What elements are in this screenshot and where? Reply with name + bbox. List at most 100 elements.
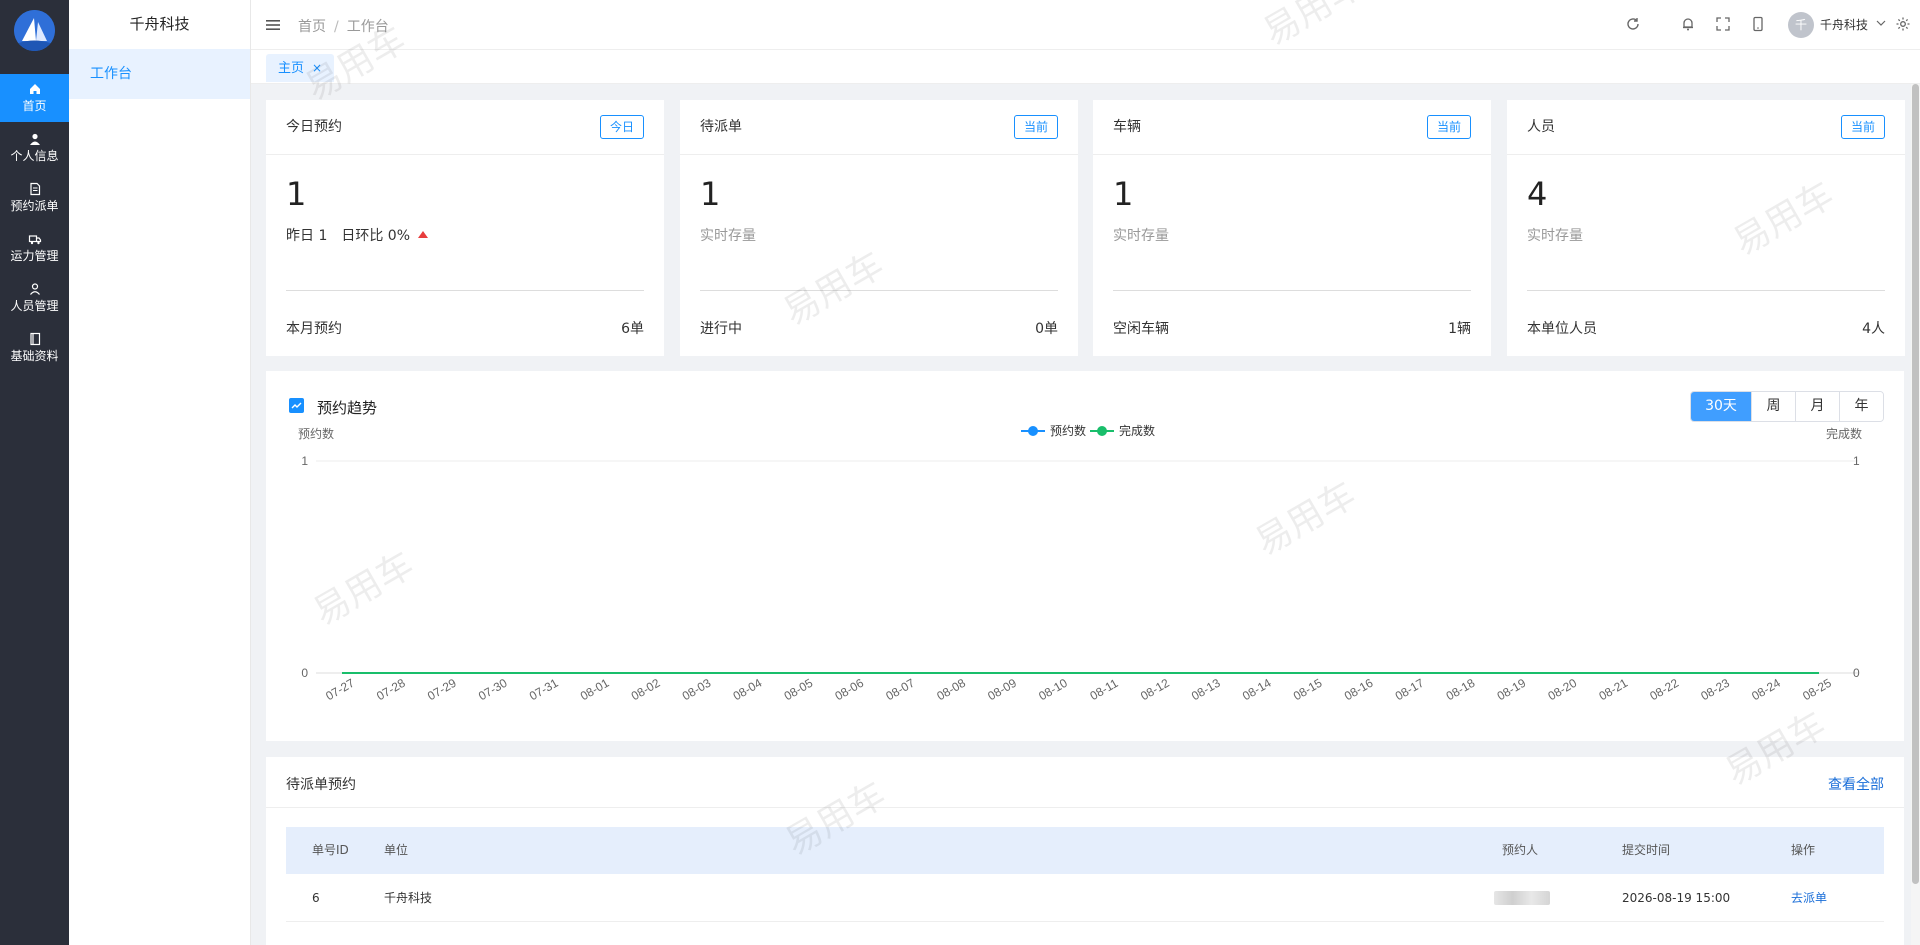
card-value: 1 <box>700 175 721 213</box>
column-header-action[interactable]: 操作 <box>1791 827 1815 874</box>
truck-icon <box>28 232 42 246</box>
x-tick-label: 07-27 <box>323 676 357 704</box>
card-badge-button[interactable]: 当前 <box>1840 115 1885 139</box>
card-value: 1 <box>286 175 307 213</box>
trend-line-chart: 预约数 完成数 1 0 1 0 07-27 07-28 07-29 07-30 07-31 08-01… <box>298 423 1862 704</box>
fullscreen-icon[interactable] <box>1715 16 1731 32</box>
yesterday-count: 昨日 1 <box>286 228 328 244</box>
x-tick-label: 08-09 <box>985 676 1019 704</box>
rail-item-2[interactable]: 预约派单 <box>0 174 69 222</box>
dispatch-link[interactable]: 去派单 <box>1791 874 1827 922</box>
card-footer-label: 本月预约 <box>286 321 342 337</box>
day-over-day: 日环比 0% <box>341 228 411 244</box>
refresh-icon[interactable] <box>1625 16 1641 32</box>
x-tick-label: 08-16 <box>1342 676 1376 704</box>
card-badge-button[interactable]: 当前 <box>1013 115 1058 139</box>
brand-title: 千舟科技 <box>129 15 190 33</box>
card-footer-value: 4人 <box>1862 321 1885 337</box>
y2-tick-label: 1 <box>1853 454 1860 468</box>
tab-home[interactable]: 主页 × <box>266 54 335 82</box>
card-title: 车辆 <box>1113 119 1141 135</box>
x-tick-label: 08-01 <box>578 676 612 704</box>
legend-label: 预约数 <box>1050 423 1086 438</box>
card-badge-button[interactable]: 当前 <box>1426 115 1471 139</box>
card-footer-value: 0单 <box>1035 321 1058 337</box>
top-header: 首页 / 工作台 千 千舟科技 <box>251 0 1920 50</box>
x-tick-label: 08-25 <box>1800 676 1834 704</box>
user-name[interactable]: 千舟科技 <box>1820 16 1868 33</box>
chevron-down-icon[interactable] <box>1875 17 1887 29</box>
rail-item-4[interactable]: 人员管理 <box>0 274 69 322</box>
breadcrumb-current: 工作台 <box>346 19 389 35</box>
blurred-booker-name <box>1494 891 1550 905</box>
card-value: 4 <box>1527 175 1548 213</box>
x-tick-label: 08-08 <box>934 676 968 704</box>
column-header-id[interactable]: 单号ID <box>312 827 349 874</box>
cell-submitted-time: 2026-08-19 15:00 <box>1622 891 1731 905</box>
rail-item-0[interactable]: 首页 <box>0 74 69 122</box>
secondary-sidebar: 千舟科技 工作台 <box>69 0 251 945</box>
card-personnel: 人员 当前 4 实时存量 本单位人员 4人 <box>1507 100 1905 356</box>
card-footer-label: 空闲车辆 <box>1113 321 1169 337</box>
cell-unit: 千舟科技 <box>384 891 433 905</box>
settings-gear-icon[interactable] <box>1895 16 1911 32</box>
x-tick-label: 08-20 <box>1546 676 1580 704</box>
x-tick-label: 08-05 <box>782 676 816 704</box>
card-badge-button[interactable]: 今日 <box>599 115 644 139</box>
rail-item-5[interactable]: 基础资料 <box>0 324 69 372</box>
y-tick-label: 0 <box>301 666 308 680</box>
card-subtitle: 实时存量 <box>700 228 756 244</box>
x-tick-label: 08-04 <box>731 676 765 704</box>
card-title: 待派单 <box>700 119 742 135</box>
y2-tick-label: 0 <box>1853 666 1860 680</box>
column-header-unit[interactable]: 单位 <box>384 827 408 874</box>
app-logo[interactable] <box>14 10 55 51</box>
rail-item-label: 基础资料 <box>10 349 59 363</box>
card-footer-value: 6单 <box>621 321 644 337</box>
rail-item-label: 个人信息 <box>10 149 59 163</box>
cell-order-id: 6 <box>312 891 320 905</box>
rail-item-label: 人员管理 <box>10 299 59 313</box>
card-pending-dispatch: 待派单 当前 1 实时存量 进行中 0单 <box>680 100 1078 356</box>
y2-axis-label: 完成数 <box>1826 426 1862 441</box>
x-tick-label: 07-28 <box>374 676 408 704</box>
x-tick-label: 08-21 <box>1596 676 1630 704</box>
x-tick-label: 08-24 <box>1749 676 1783 704</box>
rail-item-label: 首页 <box>22 99 47 113</box>
mobile-icon[interactable] <box>1750 16 1766 32</box>
x-tick-label: 07-29 <box>425 676 459 704</box>
column-header-booker[interactable]: 预约人 <box>1502 827 1538 874</box>
x-tick-label: 08-02 <box>629 676 663 704</box>
book-icon <box>28 332 42 346</box>
view-all-link[interactable]: 查看全部 <box>1828 774 1884 794</box>
rail-item-1[interactable]: 个人信息 <box>0 124 69 172</box>
breadcrumb-home[interactable]: 首页 <box>298 19 326 35</box>
y-tick-label: 1 <box>301 454 308 468</box>
card-title: 人员 <box>1527 119 1555 135</box>
x-tick-label: 08-22 <box>1647 676 1681 704</box>
tab-home-label: 主页 <box>278 61 305 76</box>
card-value: 1 <box>1113 175 1134 213</box>
rail-item-label: 运力管理 <box>10 249 59 263</box>
menu-toggle-icon[interactable] <box>265 17 281 33</box>
scrollbar-thumb[interactable] <box>1912 84 1919 884</box>
rail-item-3[interactable]: 运力管理 <box>0 224 69 272</box>
document-icon <box>28 182 42 196</box>
person-icon <box>28 282 42 296</box>
pending-orders-panel: 待派单预约 查看全部 单号ID 单位 预约人 提交时间 操作 6 千舟科技 20… <box>266 757 1904 945</box>
tab-close-icon[interactable]: × <box>312 61 322 75</box>
trend-chart-panel: 预约趋势 30天 周 月 年 预约数 完成数 1 0 1 0 07-27 07-28 07-29… <box>266 371 1904 741</box>
submenu-item-workbench[interactable]: 工作台 <box>69 49 250 99</box>
x-tick-label: 08-18 <box>1444 676 1478 704</box>
column-header-submitted[interactable]: 提交时间 <box>1622 827 1670 874</box>
x-tick-label: 08-07 <box>883 676 917 704</box>
x-tick-label: 08-23 <box>1698 676 1732 704</box>
panel-title: 待派单预约 <box>286 777 356 793</box>
x-tick-label: 08-19 <box>1495 676 1529 704</box>
x-tick-label: 08-10 <box>1036 676 1070 704</box>
user-avatar[interactable]: 千 <box>1788 12 1814 38</box>
x-tick-label: 08-15 <box>1291 676 1325 704</box>
main-scrollbar[interactable] <box>1911 84 1920 945</box>
card-subtitle: 实时存量 <box>1527 228 1583 244</box>
bell-icon[interactable] <box>1680 16 1696 32</box>
